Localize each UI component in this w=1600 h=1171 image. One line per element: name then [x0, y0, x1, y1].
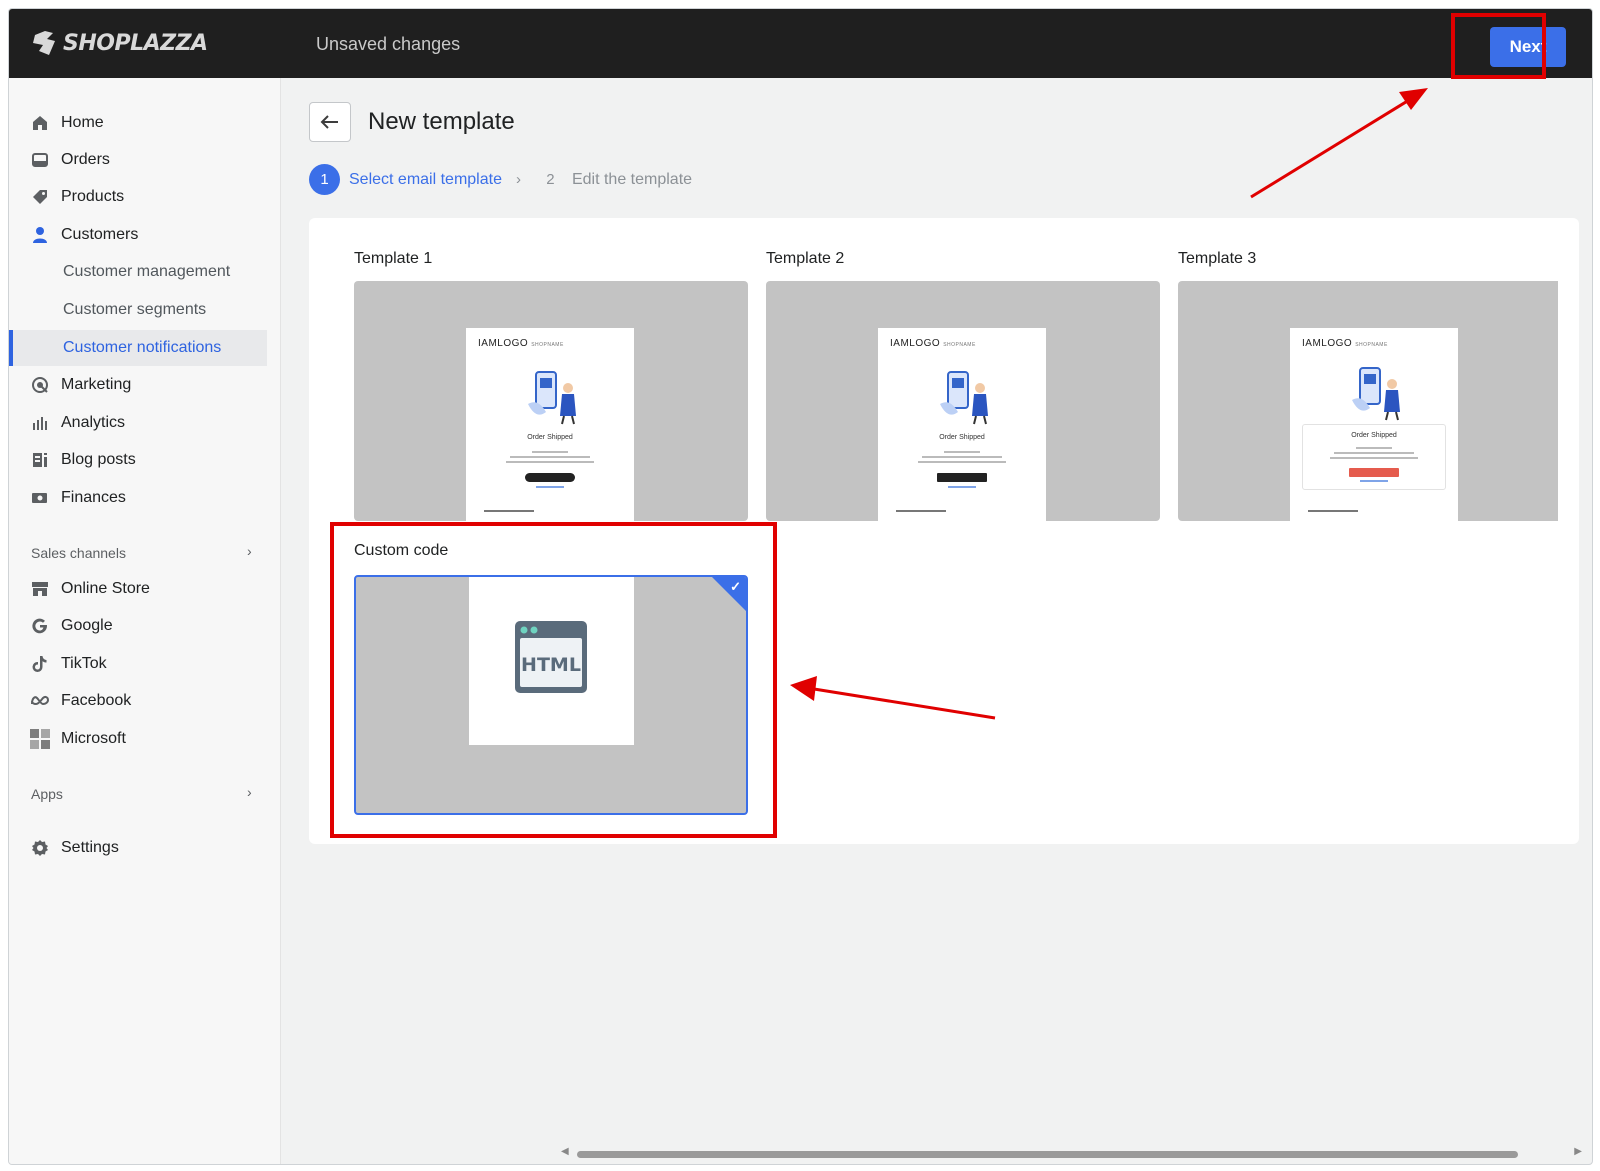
app-window: SHOPLAZZA Unsaved changes Next Home Orde…: [8, 8, 1593, 1165]
annotation-arrows: [790, 88, 1428, 720]
